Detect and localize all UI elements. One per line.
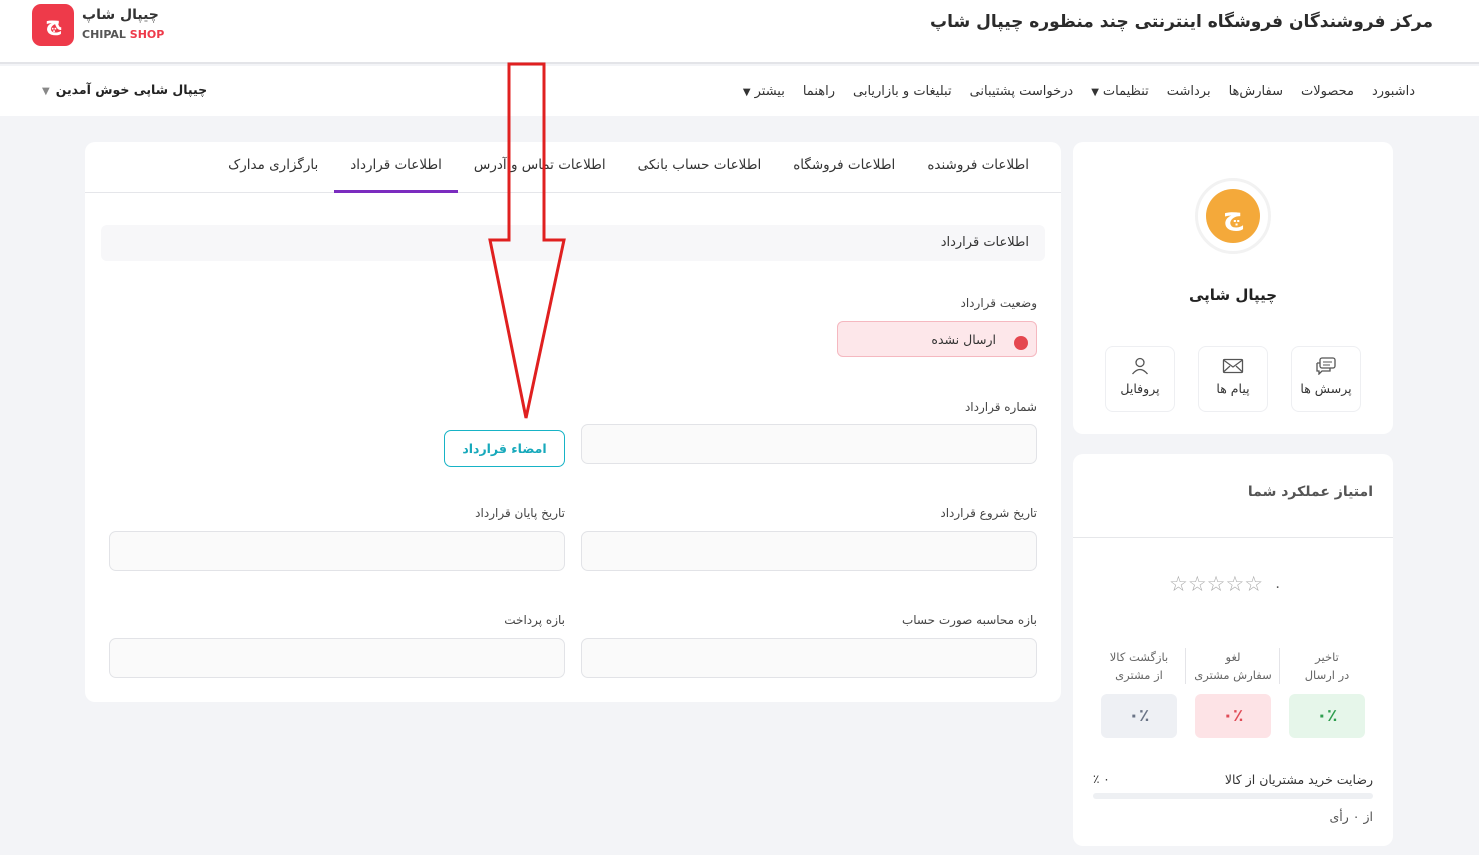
- billing-period-label: بازه محاسبه صورت حساب: [901, 613, 1037, 627]
- profile-button[interactable]: پروفایل: [1105, 346, 1175, 412]
- billing-period-field[interactable]: [581, 638, 1037, 678]
- avatar-letter: چ: [1206, 189, 1260, 243]
- metric-title-1: بازگشت کالا: [1109, 650, 1169, 664]
- logo-en-1: CHIPAL: [82, 28, 126, 41]
- end-date-label: تاریخ پایان قرارداد: [475, 506, 565, 520]
- status-badge: ارسال نشده: [837, 321, 1037, 357]
- nav-withdraw[interactable]: برداشت: [1158, 84, 1220, 99]
- metric-order-cancel: لغو سفارش مشتری ۰٪: [1187, 648, 1279, 738]
- status-dot-icon: [1014, 336, 1028, 350]
- performance-card: امتیاز عملکرد شما ☆☆☆☆☆ ۰ تاخیر در ارسال …: [1073, 454, 1393, 846]
- metric-value: ۰٪: [1289, 694, 1365, 738]
- metric-title-1: تاخیر: [1315, 650, 1339, 664]
- nav-products[interactable]: محصولات: [1292, 84, 1363, 99]
- satisfaction-progress: [1093, 793, 1373, 799]
- logo-text-fa: چیپال شاپ: [82, 7, 159, 23]
- metric-title-1: لغو: [1225, 650, 1241, 664]
- metric-title-2: از مشتری: [1115, 668, 1163, 682]
- contract-card: اطلاعات فروشنده اطلاعات فروشگاه اطلاعات …: [85, 142, 1061, 702]
- logo-mark-icon: ﭻ: [32, 4, 74, 46]
- logo-text-en: CHIPAL SHOP: [82, 28, 164, 41]
- chevron-down-icon: ▼: [742, 86, 751, 98]
- profile-card: چ چیپال شاپی پرسش ها پیام ها پروفایل: [1073, 142, 1393, 434]
- performance-title: امتیاز عملکرد شما: [1247, 484, 1373, 500]
- star-icons: ☆☆☆☆☆: [1169, 572, 1264, 596]
- divider: [1185, 648, 1186, 684]
- nav-marketing[interactable]: تبلیغات و بازاریابی: [844, 84, 961, 99]
- profile-label: پروفایل: [1120, 381, 1160, 396]
- user-icon: [1132, 357, 1148, 375]
- tab-contract-info[interactable]: اطلاعات قرارداد: [334, 142, 458, 193]
- tab-bank-info[interactable]: اطلاعات حساب بانکی: [622, 142, 778, 193]
- divider: [1073, 537, 1393, 538]
- metric-value: ۰٪: [1101, 694, 1177, 738]
- nav-bar: داشبورد محصولات سفارش‌ها برداشت تنظیمات▼…: [0, 66, 1479, 116]
- contract-number-field[interactable]: [581, 424, 1037, 464]
- metric-title: تاخیر در ارسال: [1281, 648, 1373, 686]
- chevron-down-icon: ▼: [1091, 86, 1099, 98]
- section-header: اطلاعات قرارداد: [101, 225, 1045, 261]
- status-value: ارسال نشده: [931, 332, 996, 347]
- nav-dashboard[interactable]: داشبورد: [1363, 84, 1424, 99]
- nav-settings[interactable]: تنظیمات▼: [1082, 84, 1158, 99]
- avatar: چ: [1195, 178, 1271, 254]
- start-date-field[interactable]: [581, 531, 1037, 571]
- nav-more-label: بیشتر: [754, 83, 785, 99]
- nav-support[interactable]: درخواست پشتیبانی: [961, 84, 1083, 99]
- section-title: اطلاعات قرارداد: [940, 235, 1029, 250]
- metric-title: بازگشت کالا از مشتری: [1093, 648, 1185, 686]
- tab-contact-info[interactable]: اطلاعات تماس و آدرس: [458, 142, 622, 193]
- tab-seller-info[interactable]: اطلاعات فروشنده: [911, 142, 1045, 193]
- user-menu[interactable]: چیپال شاپی خوش آمدین ▼: [42, 82, 207, 97]
- caret-down-icon: ▼: [42, 86, 50, 97]
- logo-en-2: SHOP: [129, 28, 165, 41]
- chat-icon: [1316, 357, 1336, 375]
- top-header: مرکز فروشندگان فروشگاه اینترنتی چند منظو…: [0, 0, 1479, 64]
- start-date-label: تاریخ شروع قرارداد: [940, 506, 1037, 520]
- end-date-field[interactable]: [109, 531, 565, 571]
- nav-more[interactable]: بیشتر▼: [734, 84, 794, 99]
- messages-button[interactable]: پیام ها: [1198, 346, 1268, 412]
- divider: [1279, 648, 1280, 684]
- sign-contract-button[interactable]: امضاء قرارداد: [444, 430, 565, 467]
- mail-icon: [1222, 358, 1244, 374]
- tab-upload-documents[interactable]: بارگزاری مدارک: [212, 142, 334, 193]
- metric-returns: بازگشت کالا از مشتری ۰٪: [1093, 648, 1185, 738]
- questions-label: پرسش ها: [1300, 381, 1352, 396]
- payment-period-field[interactable]: [109, 638, 565, 678]
- satisfaction-value: ۰ ٪: [1093, 772, 1110, 786]
- nav-guide[interactable]: راهنما: [794, 84, 844, 99]
- votes-count: از ۰ رأی: [1329, 809, 1373, 824]
- questions-button[interactable]: پرسش ها: [1291, 346, 1361, 412]
- contract-number-label: شماره قرارداد: [964, 400, 1037, 414]
- payment-period-label: بازه پرداخت: [504, 613, 565, 627]
- messages-label: پیام ها: [1216, 381, 1250, 396]
- store-name: چیپال شاپی: [1188, 286, 1278, 304]
- metric-title-2: در ارسال: [1304, 668, 1350, 682]
- status-label: وضعیت قرارداد: [960, 296, 1038, 310]
- tab-store-info[interactable]: اطلاعات فروشگاه: [777, 142, 911, 193]
- metric-title: لغو سفارش مشتری: [1187, 648, 1279, 686]
- welcome-text: چیپال شاپی خوش آمدین: [55, 82, 208, 97]
- metric-title-2: سفارش مشتری: [1194, 668, 1272, 682]
- nav-settings-label: تنظیمات: [1102, 83, 1149, 99]
- metric-late-shipping: تاخیر در ارسال ۰٪: [1281, 648, 1373, 738]
- logo[interactable]: ﭻ چیپال شاپ CHIPAL SHOP: [32, 4, 172, 48]
- page-title: مرکز فروشندگان فروشگاه اینترنتی چند منظو…: [930, 12, 1433, 32]
- satisfaction-label: رضایت خرید مشتریان از کالا: [1224, 772, 1373, 787]
- nav-orders[interactable]: سفارش‌ها: [1220, 84, 1292, 99]
- rating-stars: ☆☆☆☆☆ ۰: [1169, 572, 1281, 596]
- rating-value: ۰: [1273, 579, 1282, 595]
- main-nav: داشبورد محصولات سفارش‌ها برداشت تنظیمات▼…: [734, 66, 1424, 116]
- metric-value: ۰٪: [1195, 694, 1271, 738]
- tab-bar: اطلاعات فروشنده اطلاعات فروشگاه اطلاعات …: [85, 142, 1061, 193]
